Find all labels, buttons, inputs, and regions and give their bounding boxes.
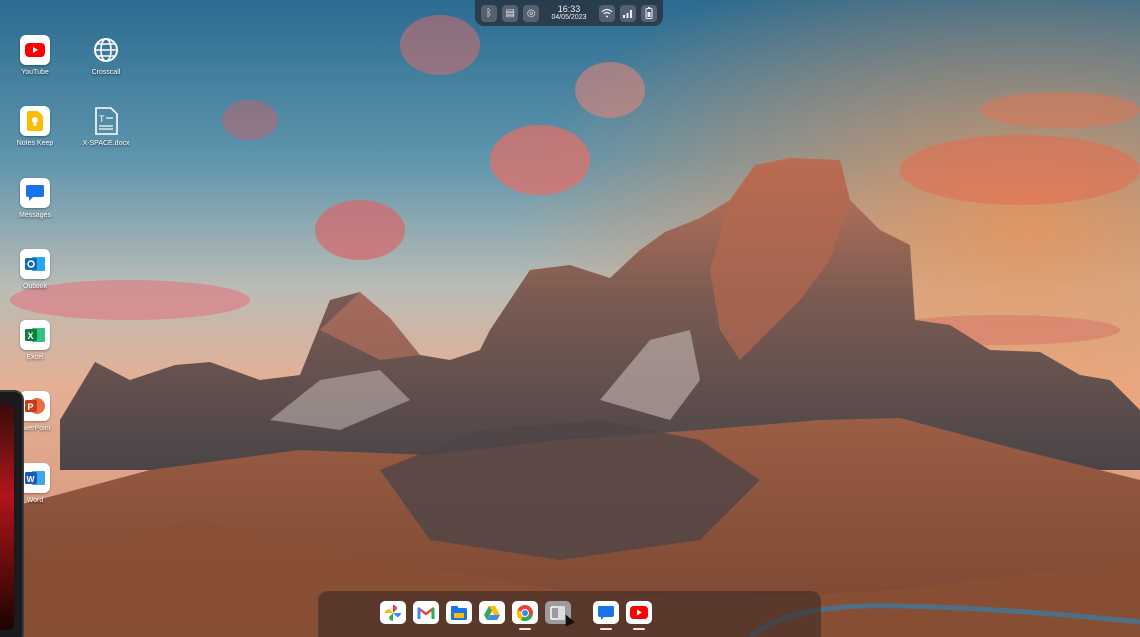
vr-icon[interactable]: ◎ bbox=[523, 4, 540, 22]
desktop-icon-crosscall[interactable]: Crosscall bbox=[73, 35, 139, 76]
dock-app-messages[interactable] bbox=[593, 601, 619, 630]
dock-app-files[interactable] bbox=[446, 601, 472, 624]
youtube-icon bbox=[20, 35, 50, 65]
chrome-icon bbox=[516, 604, 533, 621]
document-icon: T bbox=[91, 106, 121, 136]
desktop-icon-label: YouTube bbox=[21, 69, 49, 76]
dock-app-drive[interactable] bbox=[479, 601, 505, 624]
gmail-icon bbox=[417, 606, 435, 619]
powerpoint-icon: P bbox=[20, 391, 50, 421]
signal-icon[interactable] bbox=[619, 4, 636, 22]
photos-icon bbox=[385, 604, 401, 621]
status-bar: ᛒ ▤ ◎ 16:33 04/05/2023 bbox=[475, 0, 663, 26]
wifi-icon[interactable] bbox=[598, 4, 615, 22]
files-icon bbox=[451, 605, 467, 620]
desktop-icon-label: Messages bbox=[19, 212, 51, 219]
clock-time: 16:33 bbox=[557, 4, 581, 14]
desktop-icon-label: Word bbox=[26, 497, 44, 504]
desktop-icon-messages[interactable]: Messages bbox=[2, 178, 68, 219]
desktop-icon-outlook[interactable]: Outlook bbox=[2, 249, 68, 290]
desktop-icon-label: Crosscall bbox=[91, 69, 121, 76]
desktop-icon-x-space-docx[interactable]: T X-SPACE.docx bbox=[73, 106, 139, 147]
wallpaper bbox=[0, 0, 1140, 637]
youtube-icon bbox=[630, 606, 648, 619]
keep-notes-icon bbox=[20, 106, 50, 136]
bluetooth-icon[interactable]: ᛒ bbox=[481, 4, 498, 22]
messages-icon bbox=[598, 605, 614, 620]
outlook-icon bbox=[20, 249, 50, 279]
messages-icon bbox=[20, 178, 50, 208]
globe-icon bbox=[91, 35, 121, 65]
phone-screen bbox=[0, 404, 14, 630]
desktop-icon-notes-keep[interactable]: Notes Keep bbox=[2, 106, 68, 147]
dock-app-photos[interactable] bbox=[380, 601, 406, 624]
svg-text:T: T bbox=[99, 114, 105, 124]
svg-text:X: X bbox=[28, 331, 34, 341]
desktop-icon-label: X-SPACE.docx bbox=[82, 140, 130, 147]
desktop-icon-label: owerPoint bbox=[19, 425, 51, 432]
word-icon: W bbox=[20, 463, 50, 493]
excel-icon: X bbox=[20, 320, 50, 350]
dock-app-gmail[interactable] bbox=[413, 601, 439, 624]
clock[interactable]: 16:33 04/05/2023 bbox=[544, 4, 593, 22]
svg-text:P: P bbox=[28, 402, 34, 412]
desktop-icon-label: Notes Keep bbox=[16, 140, 54, 147]
dock-app-chrome[interactable] bbox=[512, 601, 538, 630]
desktop-icon-youtube[interactable]: YouTube bbox=[2, 35, 68, 76]
desktop[interactable]: ᛒ ▤ ◎ 16:33 04/05/2023 YouTube Crosscall bbox=[0, 0, 1140, 637]
svg-text:W: W bbox=[27, 474, 36, 484]
drive-icon bbox=[484, 605, 500, 620]
clock-date: 04/05/2023 bbox=[551, 14, 587, 21]
desktop-icon-label: Outlook bbox=[22, 283, 48, 290]
dock-app-youtube[interactable] bbox=[626, 601, 652, 630]
desktop-icon-excel[interactable]: X Excel bbox=[2, 320, 68, 361]
battery-icon[interactable] bbox=[640, 4, 657, 22]
dock bbox=[380, 601, 652, 630]
sd-card-icon[interactable]: ▤ bbox=[502, 4, 519, 22]
phone-device bbox=[0, 390, 24, 637]
desktop-icon-label: Excel bbox=[26, 354, 44, 361]
